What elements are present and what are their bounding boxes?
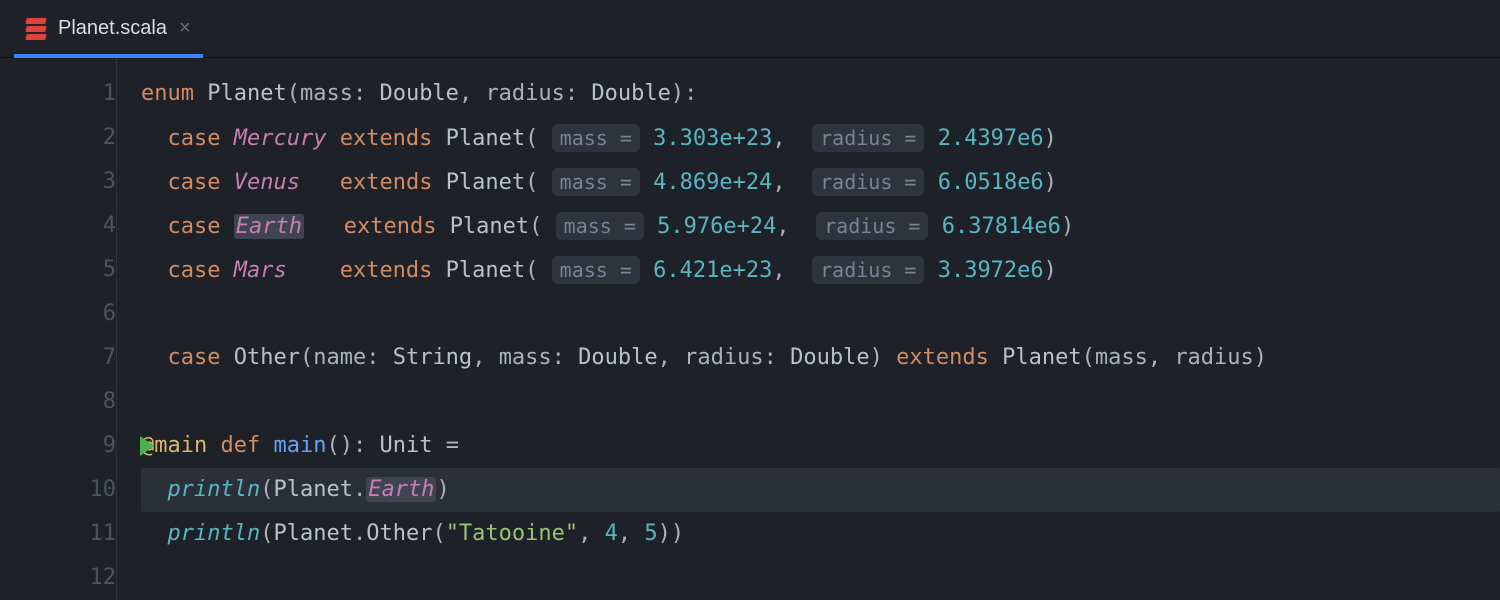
code-line[interactable]: case Mars extends Planet( mass = 6.421e+…: [141, 248, 1500, 292]
tab-title: Planet.scala: [58, 17, 167, 40]
code-line[interactable]: [141, 556, 1500, 600]
code-line[interactable]: [141, 380, 1500, 424]
code-line[interactable]: println(Planet.Other("Tatooine", 4, 5)): [141, 512, 1500, 556]
line-number: 9: [56, 424, 116, 468]
code-line[interactable]: [141, 292, 1500, 336]
tab-bar: Planet.scala ×: [0, 0, 1500, 58]
inlay-hint: mass =: [552, 124, 640, 152]
line-number: 2: [56, 116, 116, 160]
editor: 1 2 3 4 5 6 7 8 9 10 11 12 enum Planet(m…: [0, 58, 1500, 600]
line-number: 1: [56, 72, 116, 116]
code-line[interactable]: case Other(name: String, mass: Double, r…: [141, 336, 1500, 380]
line-number: 7: [56, 336, 116, 380]
run-gutter-icon[interactable]: [140, 436, 154, 456]
line-number: 12: [56, 556, 116, 600]
inlay-hint: mass =: [552, 168, 640, 196]
inlay-hint: mass =: [552, 256, 640, 284]
inlay-hint: radius =: [812, 124, 924, 152]
inlay-hint: radius =: [812, 256, 924, 284]
inlay-hint: radius =: [812, 168, 924, 196]
code-line[interactable]: case Venus extends Planet( mass = 4.869e…: [141, 160, 1500, 204]
line-number: 6: [56, 292, 116, 336]
line-number: 10: [56, 468, 116, 512]
gutter: 1 2 3 4 5 6 7 8 9 10 11 12: [0, 58, 116, 600]
line-number: 8: [56, 380, 116, 424]
line-number: 4: [56, 204, 116, 248]
file-tab[interactable]: Planet.scala ×: [14, 0, 203, 57]
line-number: 3: [56, 160, 116, 204]
inlay-hint: mass =: [556, 212, 644, 240]
symbol-highlight: Earth: [234, 214, 304, 239]
symbol-highlight: Earth: [366, 477, 436, 502]
code-line-active[interactable]: println(Planet.Earth): [141, 468, 1500, 512]
code-line[interactable]: case Earth extends Planet( mass = 5.976e…: [141, 204, 1500, 248]
inlay-hint: radius =: [816, 212, 928, 240]
line-number: 5: [56, 248, 116, 292]
close-icon[interactable]: ×: [179, 17, 191, 40]
code-line[interactable]: enum Planet(mass: Double, radius: Double…: [141, 72, 1500, 116]
code-line[interactable]: case Mercury extends Planet( mass = 3.30…: [141, 116, 1500, 160]
line-number: 11: [56, 512, 116, 556]
active-tab-indicator: [14, 54, 203, 58]
scala-icon: [26, 18, 46, 40]
code-line[interactable]: @main def main(): Unit =: [141, 424, 1500, 468]
code-area[interactable]: enum Planet(mass: Double, radius: Double…: [116, 58, 1500, 600]
